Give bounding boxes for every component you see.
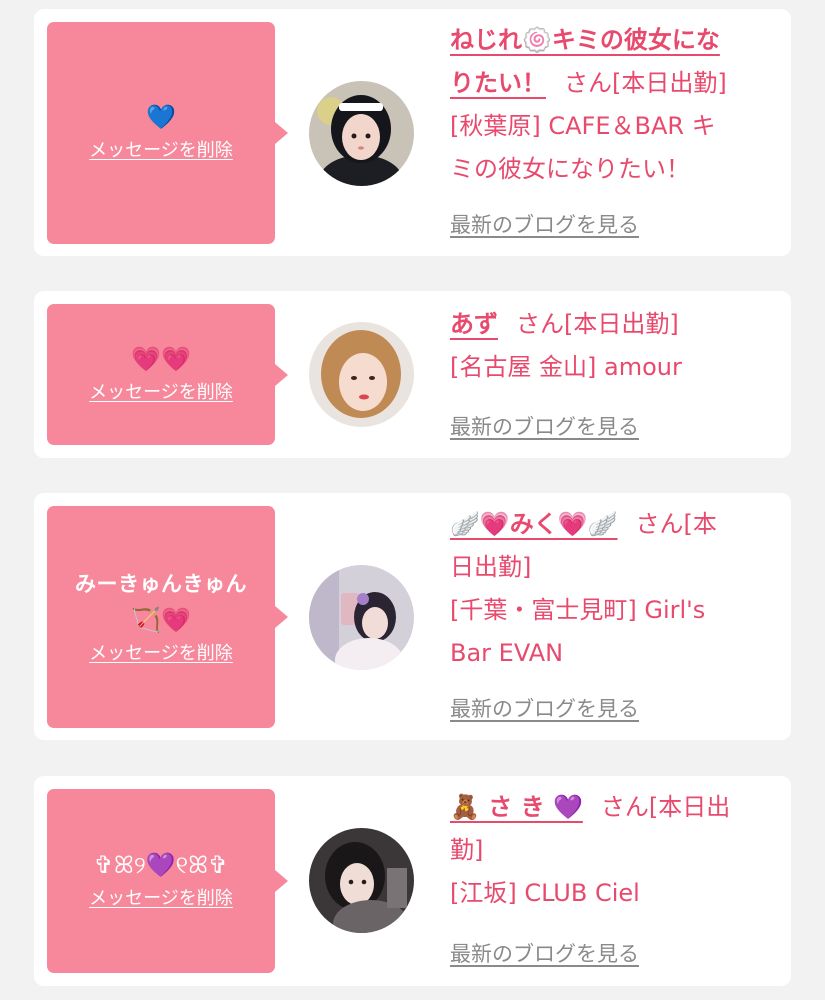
message-text-cont: 🏹💗 — [131, 606, 191, 634]
cast-name-link[interactable]: あず — [450, 310, 498, 338]
delete-message-link[interactable]: メッセージを削除 — [89, 884, 233, 914]
message-bubble: みーきゅんきゅん 🏹💗 メッセージを削除 — [47, 506, 288, 728]
message-text: 💗💗 — [131, 344, 191, 373]
cast-status: さん[本日出 — [600, 793, 731, 821]
cast-info: 🪽💗みく💗🪽 さん[本 日出勤] [千葉・富士見町] Girl's Bar EVA… — [450, 503, 775, 675]
message-bubble: 💗💗 メッセージを削除 — [47, 304, 288, 445]
shop-info-cont: Bar EVAN — [450, 639, 564, 667]
cast-name-link[interactable]: 🧸 さ き 💜 — [450, 793, 583, 821]
shop-info: [千葉・富士見町] Girl's — [450, 596, 706, 624]
latest-blog-link[interactable]: 最新のブログを見る — [450, 411, 639, 441]
cast-info: 🧸 さ き 💜 さん[本日出 勤] [江坂] CLUB Ciel — [450, 786, 775, 915]
message-text: ✞ꕤ୨💜୧ꕤ✞ — [93, 851, 229, 879]
cast-name-link[interactable]: 🪽💗みく💗🪽 — [450, 510, 618, 538]
shop-info: [秋葉原] CAFE＆BAR キ — [450, 112, 716, 140]
message-text: みーきゅんきゅん — [75, 572, 247, 596]
latest-blog-link[interactable]: 最新のブログを見る — [450, 693, 639, 723]
cast-info: あず さん[本日出勤] [名古屋 金山] amour — [450, 303, 775, 389]
shop-info-cont: ミの彼女になりたい！ — [450, 155, 690, 183]
cast-info: ねじれ🍥キミの彼女にな りたい！ さん[本日出勤] [秋葉原] CAFE＆BAR … — [450, 19, 775, 191]
delete-message-link[interactable]: メッセージを削除 — [89, 136, 233, 166]
avatar[interactable] — [309, 81, 414, 186]
delete-message-link[interactable]: メッセージを削除 — [89, 639, 233, 669]
avatar[interactable] — [309, 565, 414, 670]
cast-status-cont: 日出勤] — [450, 553, 532, 581]
cast-status: さん[本 — [635, 510, 717, 538]
message-bubble: 💙 メッセージを削除 — [47, 22, 288, 244]
message-bubble: ✞ꕤ୨💜୧ꕤ✞ メッセージを削除 — [47, 789, 288, 973]
avatar[interactable] — [309, 828, 414, 933]
cast-name-link-cont[interactable]: りたい！ — [450, 69, 546, 97]
shop-info: [江坂] CLUB Ciel — [450, 879, 640, 907]
cast-name-link[interactable]: ねじれ🍥キミの彼女にな — [450, 26, 720, 54]
cast-status: さん[本日出勤] — [516, 310, 679, 338]
message-card: ✞ꕤ୨💜୧ꕤ✞ メッセージを削除 🧸 さ き 💜 さん[本日出 勤] [江坂] C… — [34, 776, 791, 986]
message-text: 💙 — [146, 103, 176, 131]
latest-blog-link[interactable]: 最新のブログを見る — [450, 938, 639, 968]
message-card: 💙 メッセージを削除 ねじれ🍥キミの彼女にな りたい！ さん[本日出勤] [秋葉原… — [34, 9, 791, 256]
message-card: みーきゅんきゅん 🏹💗 メッセージを削除 🪽💗みく💗🪽 さん[本 日出勤] [千葉… — [34, 493, 791, 740]
latest-blog-link[interactable]: 最新のブログを見る — [450, 209, 639, 239]
message-card: 💗💗 メッセージを削除 あず さん[本日出勤] [名古屋 金山] amour 最新… — [34, 291, 791, 458]
delete-message-link[interactable]: メッセージを削除 — [89, 378, 233, 408]
cast-status-cont: 勤] — [450, 836, 484, 864]
cast-status: さん[本日出勤] — [564, 69, 727, 97]
shop-info: [名古屋 金山] amour — [450, 353, 682, 381]
avatar[interactable] — [309, 322, 414, 427]
